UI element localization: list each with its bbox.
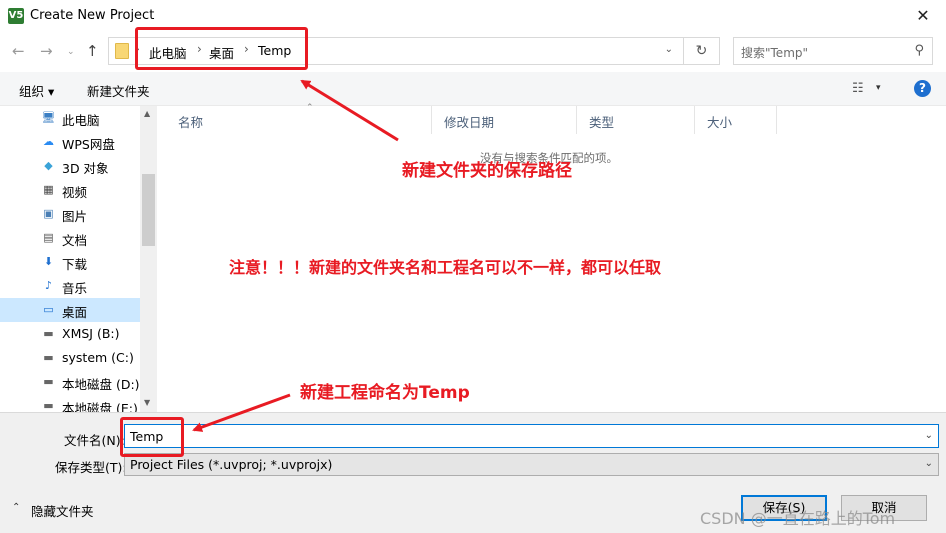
sidebar-item-label: 本地磁盘 (D:) (62, 377, 140, 392)
film-icon: ▦ (43, 183, 54, 196)
sidebar-item-label: 下载 (62, 257, 88, 272)
sidebar-item-videos[interactable]: ▦ 视频 (0, 178, 140, 202)
close-button[interactable]: ✕ (900, 0, 946, 32)
folder-icon (115, 43, 129, 59)
column-header-label: 类型 (589, 115, 615, 130)
back-arrow-icon[interactable]: ← (12, 42, 25, 60)
cube-icon: ◆ (44, 159, 53, 172)
organize-menu-button[interactable]: 组织 ▾ (19, 81, 54, 100)
sidebar-item-label: WPS网盘 (62, 137, 115, 152)
sidebar-item-label: 桌面 (62, 305, 88, 320)
recent-locations-chevron-icon[interactable]: ⌄ (67, 47, 75, 57)
filename-label: 文件名(N): (64, 433, 125, 448)
navigation-pane: 🖥 此电脑 ☁ WPS网盘 ◆ 3D 对象 ▦ 视频 ▣ 图片 ▤ 文档 ⬇ 下… (0, 106, 157, 412)
up-arrow-icon[interactable]: ↑ (86, 42, 99, 60)
window-title: Create New Project (30, 8, 155, 23)
document-icon: ▤ (43, 231, 54, 244)
refresh-button[interactable]: ↻ (684, 37, 720, 65)
sidebar-item-label: 本地磁盘 (E:) (62, 401, 138, 412)
column-header-label: 修改日期 (444, 115, 495, 130)
sidebar-item-label: 3D 对象 (62, 161, 109, 176)
sidebar-item-label: 文档 (62, 233, 88, 248)
sidebar-item-pictures[interactable]: ▣ 图片 (0, 202, 140, 226)
filetype-value: Project Files (*.uvproj; *.uvprojx) (130, 457, 333, 472)
chevron-up-icon[interactable]: ⌃ (12, 502, 20, 513)
hide-folders-toggle[interactable]: 隐藏文件夹 (31, 501, 94, 520)
sidebar-item-wps-cloud[interactable]: ☁ WPS网盘 (0, 130, 140, 154)
project-name-annotation: 新建工程命名为Temp (300, 383, 470, 403)
sidebar-item-label: 视频 (62, 185, 88, 200)
filetype-dropdown-chevron-icon[interactable]: ⌄ (925, 458, 933, 469)
sidebar-item-label: 此电脑 (62, 113, 100, 128)
forward-arrow-icon[interactable]: → (40, 42, 53, 60)
command-toolbar: 组织 ▾ 新建文件夹 ☷ ▾ ? (0, 72, 946, 106)
warning-annotation: 注意！！！新建的文件夹名和工程名可以不一样，都可以任取 (229, 258, 662, 277)
desktop-icon: ▭ (43, 303, 54, 316)
music-note-icon: ♪ (44, 279, 53, 292)
uvision-app-icon: V5 (8, 8, 24, 24)
filename-dropdown-chevron-icon[interactable]: ⌄ (925, 430, 933, 441)
filename-field[interactable]: Temp ⌄ (124, 424, 939, 448)
sort-ascending-icon: ⌃ (306, 103, 314, 113)
sidebar-item-downloads[interactable]: ⬇ 下载 (0, 250, 140, 274)
help-icon[interactable]: ? (914, 80, 931, 97)
scroll-up-arrow-icon[interactable]: ▲ (144, 109, 150, 118)
filetype-select[interactable]: Project Files (*.uvproj; *.uvprojx) ⌄ (124, 453, 939, 476)
sidebar-item-desktop[interactable]: ▭ 桌面 (0, 298, 140, 322)
column-header-type[interactable]: 类型 (577, 106, 695, 134)
sidebar-item-drive-b[interactable]: ▬ XMSJ (B:) (0, 322, 140, 346)
scroll-down-arrow-icon[interactable]: ▼ (144, 398, 150, 407)
filetype-label: 保存类型(T): (55, 460, 127, 475)
column-header-name[interactable]: 名称 ⌃ (166, 103, 432, 134)
column-header-label: 名称 (178, 115, 204, 130)
sidebar-item-drive-e[interactable]: ▬ 本地磁盘 (E:) (0, 394, 140, 412)
sidebar-scrollbar[interactable] (140, 106, 157, 412)
path-annotation: 新建文件夹的保存路径 (402, 161, 572, 181)
drive-icon: ▬ (43, 351, 54, 364)
sidebar-item-label: 图片 (62, 209, 88, 224)
column-header-size[interactable]: 大小 (695, 106, 777, 134)
sidebar-item-documents[interactable]: ▤ 文档 (0, 226, 140, 250)
column-header-label: 大小 (707, 115, 733, 130)
sidebar-item-drive-d[interactable]: ▬ 本地磁盘 (D:) (0, 370, 140, 394)
sidebar-item-drive-c[interactable]: ▬ system (C:) (0, 346, 140, 370)
column-header-date-modified[interactable]: 修改日期 (432, 106, 577, 134)
address-dropdown-chevron-icon[interactable]: ⌄ (665, 44, 673, 55)
cloud-icon: ☁ (43, 135, 54, 148)
download-icon: ⬇ (43, 255, 54, 268)
drive-icon: ▬ (43, 399, 54, 412)
sidebar-item-music[interactable]: ♪ 音乐 (0, 274, 140, 298)
sidebar-item-label: 音乐 (62, 281, 88, 296)
csdn-watermark: CSDN @一直在路上的Tom (700, 509, 896, 528)
sidebar-item-label: XMSJ (B:) (62, 326, 120, 341)
sidebar-item-3d-objects[interactable]: ◆ 3D 对象 (0, 154, 140, 178)
computer-icon: 🖥 (41, 111, 56, 124)
picture-icon: ▣ (43, 207, 54, 220)
sidebar-item-this-pc[interactable]: 🖥 此电脑 (0, 106, 140, 130)
sidebar-item-label: system (C:) (62, 350, 134, 365)
sidebar-scrollbar-thumb[interactable] (142, 174, 155, 246)
filename-highlight-box (120, 417, 184, 457)
search-input[interactable]: 搜索"Temp" (741, 44, 808, 61)
path-highlight-box (135, 27, 308, 70)
drive-icon: ▬ (43, 375, 54, 388)
view-dropdown-chevron-icon[interactable]: ▾ (876, 83, 881, 93)
search-icon: ⚲ (914, 43, 924, 58)
search-box[interactable]: 搜索"Temp" ⚲ (733, 37, 933, 65)
new-folder-button[interactable]: 新建文件夹 (87, 81, 150, 100)
view-options-icon[interactable]: ☷ (852, 81, 864, 96)
drive-icon: ▬ (43, 327, 54, 340)
